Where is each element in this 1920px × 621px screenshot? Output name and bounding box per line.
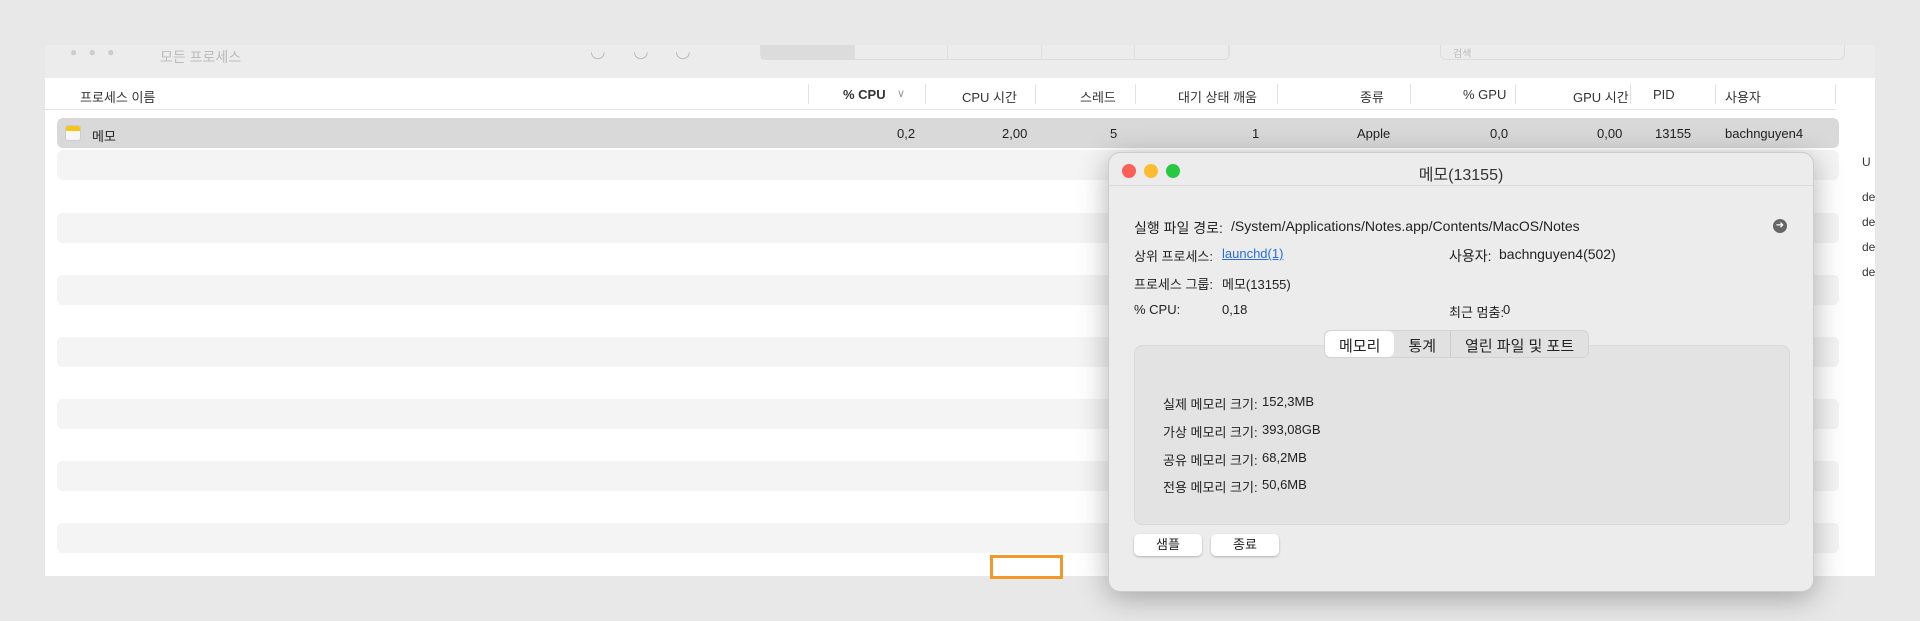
path-label: 실행 파일 경로:	[1134, 220, 1223, 236]
quit-button[interactable]: 종료	[1211, 534, 1279, 556]
column-user[interactable]: 사용자	[1725, 87, 1761, 106]
process-info-dialog: 메모(13155) 실행 파일 경로: /System/Applications…	[1108, 152, 1814, 592]
column-cpu-time[interactable]: CPU 시간	[962, 87, 1017, 106]
window-controls[interactable]: ● ● ●	[70, 45, 118, 59]
group-value: 메모(13155)	[1222, 277, 1291, 292]
column-pid[interactable]: PID	[1653, 87, 1675, 102]
tab-statistics[interactable]: 통계	[1394, 331, 1452, 357]
info-icon[interactable]: ◡	[633, 45, 649, 62]
stop-icon[interactable]: ◡	[590, 45, 606, 62]
notes-app-icon	[65, 125, 81, 141]
column-gpu-time[interactable]: GPU 시간	[1573, 87, 1629, 106]
reveal-arrow-icon[interactable]: ➜	[1773, 219, 1787, 233]
parent-process-link[interactable]: launchd(1)	[1222, 246, 1283, 261]
memory-panel: 실제 메모리 크기: 152,3MB 가상 메모리 크기: 393,08GB 공…	[1134, 345, 1790, 525]
group-label: 프로세스 그룹:	[1134, 277, 1213, 292]
sample-button[interactable]: 샘플	[1134, 534, 1202, 556]
hangs-label: 최근 멈춤:	[1449, 305, 1505, 320]
table-header: 프로세스 이름 % CPU ∨ CPU 시간 스레드 대기 상태 깨움 종류 %…	[45, 78, 1836, 110]
path-value: /System/Applications/Notes.app/Contents/…	[1231, 218, 1580, 234]
table-row[interactable]: 메모 0,2 2,00 5 1 Apple 0,0 0,00 13155 bac…	[57, 118, 1839, 148]
user-value: bachnguyen4(502)	[1499, 246, 1616, 262]
column-wakeups[interactable]: 대기 상태 깨움	[1178, 87, 1257, 106]
more-icon[interactable]: ◡	[675, 45, 691, 62]
column-cpu[interactable]: % CPU	[843, 87, 886, 102]
tab-open-files[interactable]: 열린 파일 및 포트	[1451, 331, 1588, 357]
category-segmented-control[interactable]	[760, 45, 1230, 60]
info-tabs: 메모리 통계 열린 파일 및 포트	[1324, 330, 1590, 358]
search-input[interactable]: 검색	[1440, 45, 1845, 60]
column-threads[interactable]: 스레드	[1080, 87, 1116, 106]
parent-label: 상위 프로세스:	[1134, 249, 1213, 264]
window-title: 모든 프로세스	[160, 49, 242, 65]
toolbar: ● ● ● 모든 프로세스 ◡ ◡ ◡ 검색	[45, 45, 1875, 78]
column-gpu[interactable]: % GPU	[1463, 87, 1506, 102]
hangs-value: 0	[1503, 302, 1511, 317]
side-column: U de de de de	[1862, 155, 1875, 279]
highlight-box	[990, 555, 1063, 579]
column-process-name[interactable]: 프로세스 이름	[80, 87, 155, 106]
cpu-value: 0,18	[1222, 302, 1248, 317]
chevron-down-icon[interactable]: ∨	[897, 87, 905, 100]
column-kind[interactable]: 종류	[1360, 87, 1384, 106]
tab-memory[interactable]: 메모리	[1325, 331, 1395, 357]
dialog-title: 메모(13155)	[1418, 167, 1504, 184]
cpu-label: % CPU:	[1134, 302, 1181, 317]
user-label: 사용자:	[1449, 248, 1492, 264]
dialog-titlebar: 메모(13155)	[1109, 153, 1813, 186]
